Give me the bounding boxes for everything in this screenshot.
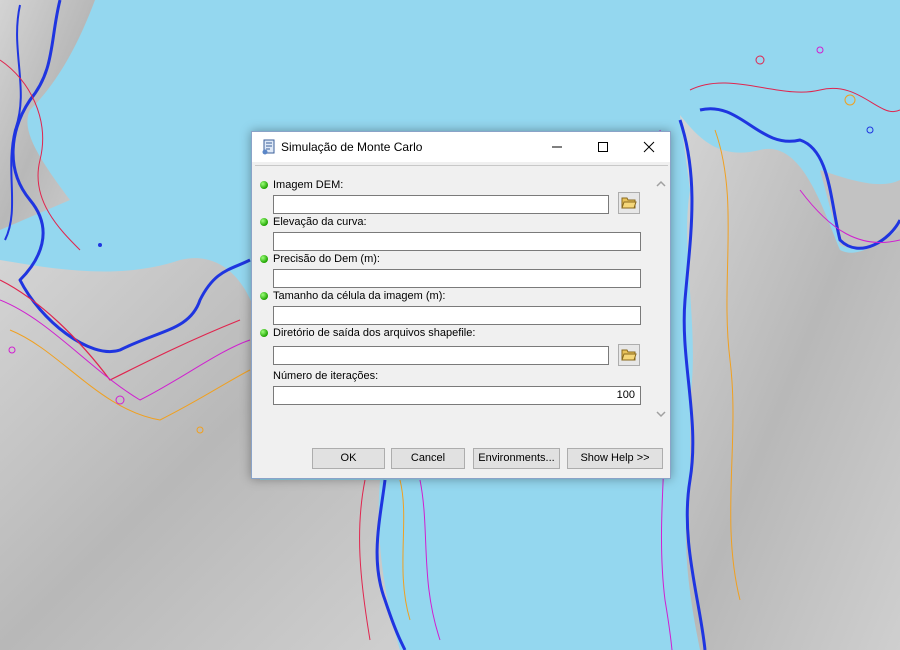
cell-size-input[interactable] (273, 306, 641, 325)
dialog-footer: OK Cancel Environments... Show Help >> (252, 435, 670, 478)
browse-output-dir-button[interactable] (618, 344, 640, 366)
iterations-input[interactable]: 100 (273, 386, 641, 405)
ok-button[interactable]: OK (312, 448, 385, 469)
maximize-icon (598, 142, 608, 152)
required-indicator-icon (260, 218, 268, 226)
folder-open-icon (621, 197, 637, 209)
scroll-down-icon[interactable] (655, 408, 667, 420)
close-icon (643, 141, 655, 153)
param-label-precision: Precisão do Dem (m): (273, 253, 380, 265)
param-label-dem: Imagem DEM: (273, 179, 344, 191)
scroll-up-icon[interactable] (655, 178, 667, 190)
required-indicator-icon (260, 181, 268, 189)
param-label-iterations: Número de iterações: (273, 370, 379, 382)
param-label-output-dir: Diretório de saída dos arquivos shapefil… (273, 327, 476, 339)
folder-open-icon (621, 349, 637, 361)
cancel-button[interactable]: Cancel (391, 448, 465, 469)
param-label-cell-size: Tamanho da célula da imagem (m): (273, 290, 446, 302)
monte-carlo-dialog: Simulação de Monte Carlo Imagem DEM: Ele… (251, 131, 671, 479)
minimize-icon (552, 146, 562, 148)
dem-input[interactable] (273, 195, 609, 214)
window-title: Simulação de Monte Carlo (281, 140, 423, 154)
required-indicator-icon (260, 292, 268, 300)
environments-button[interactable]: Environments... (473, 448, 560, 469)
title-bar[interactable]: Simulação de Monte Carlo (252, 132, 670, 162)
contour-fragment (98, 243, 102, 247)
close-button[interactable] (626, 132, 672, 162)
required-indicator-icon (260, 329, 268, 337)
show-help-button[interactable]: Show Help >> (567, 448, 663, 469)
output-dir-input[interactable] (273, 346, 609, 365)
maximize-button[interactable] (580, 132, 626, 162)
precision-input[interactable] (273, 269, 641, 288)
parameters-panel: Imagem DEM: Elevação da curva: Precisão … (255, 165, 668, 436)
script-tool-icon (262, 139, 275, 155)
minimize-button[interactable] (534, 132, 580, 162)
browse-dem-button[interactable] (618, 192, 640, 214)
elevation-input[interactable] (273, 232, 641, 251)
param-label-elevation: Elevação da curva: (273, 216, 367, 228)
required-indicator-icon (260, 255, 268, 263)
